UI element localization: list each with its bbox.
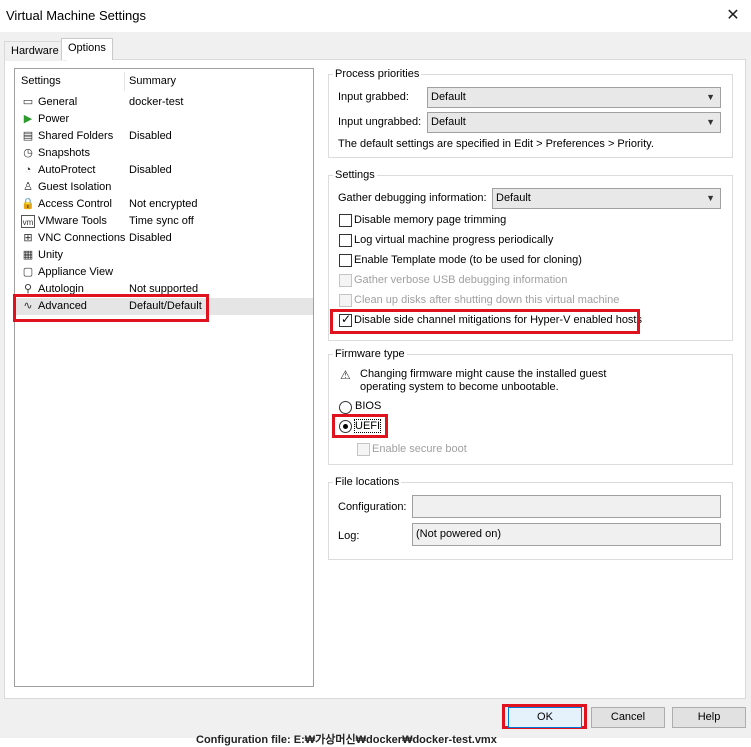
setting-checkbox[interactable]: [339, 294, 352, 307]
setting-checkbox-label[interactable]: Gather verbose USB debugging information: [354, 274, 567, 286]
settings-group-title: Settings: [333, 169, 377, 181]
configuration-label: Configuration:: [338, 501, 407, 513]
log-field[interactable]: (Not powered on): [412, 523, 721, 546]
chevron-down-icon: ▼: [706, 193, 715, 203]
setting-checkbox-label[interactable]: Disable memory page trimming: [354, 214, 506, 226]
settings-item-summary: docker-test: [129, 96, 184, 108]
appliance-view-icon: ▢: [22, 266, 34, 278]
settings-item-label: Unity: [38, 249, 64, 261]
settings-item-label: Power: [38, 113, 70, 125]
setting-checkbox-label[interactable]: Enable Template mode (to be used for clo…: [354, 254, 582, 266]
unity-icon: ▦: [22, 249, 34, 261]
settings-item-vmware-tools[interactable]: vm VMware Tools Time sync off: [15, 213, 313, 230]
settings-item-unity[interactable]: ▦ Unity: [15, 247, 313, 264]
snapshots-icon: ◷: [23, 147, 33, 159]
settings-item-summary: Time sync off: [129, 215, 194, 227]
access-control-icon: 🔒: [21, 198, 35, 210]
settings-item-general[interactable]: ▭ General docker-test: [15, 94, 313, 111]
settings-item-label: Shared Folders: [38, 130, 114, 142]
setting-checkbox-label[interactable]: Clean up disks after shutting down this …: [354, 294, 619, 306]
ok-button[interactable]: OK: [508, 707, 582, 728]
help-button[interactable]: Help: [672, 707, 746, 728]
window-title: Virtual Machine Settings: [6, 8, 146, 23]
chevron-down-icon: ▼: [706, 117, 715, 127]
input-grabbed-label: Input grabbed:: [338, 91, 409, 103]
column-header-summary[interactable]: Summary: [129, 75, 176, 87]
settings-item-summary: Disabled: [129, 130, 172, 142]
highlight-hyperv: [330, 309, 640, 334]
warning-icon: ⚠: [340, 368, 351, 382]
setting-checkbox[interactable]: [339, 234, 352, 247]
input-ungrabbed-value: Default: [431, 116, 466, 128]
input-ungrabbed-select[interactable]: Default ▼: [427, 112, 721, 133]
settings-item-vnc-connections[interactable]: ⊞ VNC Connections Disabled: [15, 230, 313, 247]
settings-item-summary: Disabled: [129, 232, 172, 244]
firmware-group-title: Firmware type: [333, 348, 407, 360]
power-icon: ▶: [23, 113, 33, 125]
vmware-tools-icon: vm: [21, 215, 35, 228]
settings-item-label: General: [38, 96, 78, 108]
priority-note: The default settings are specified in Ed…: [338, 138, 654, 150]
settings-item-label: Appliance View: [38, 266, 114, 278]
gather-debug-label: Gather debugging information:: [338, 192, 487, 204]
input-grabbed-value: Default: [431, 91, 466, 103]
log-value: (Not powered on): [416, 528, 501, 540]
tab-hardware[interactable]: Hardware: [4, 41, 66, 61]
configuration-field[interactable]: [412, 495, 721, 518]
secure-boot-checkbox[interactable]: [357, 443, 370, 456]
settings-item-power[interactable]: ▶ Power: [15, 111, 313, 128]
close-icon[interactable]: ✕: [718, 3, 748, 29]
settings-item-summary: Not encrypted: [129, 198, 198, 210]
process-priorities-title: Process priorities: [333, 68, 422, 80]
settings-item-autoprotect[interactable]: ◔ AutoProtect Disabled: [15, 162, 313, 179]
settings-item-summary: Disabled: [129, 164, 172, 176]
file-locations-title: File locations: [333, 476, 402, 488]
column-header-settings[interactable]: Settings: [21, 75, 61, 87]
settings-item-label: AutoProtect: [38, 164, 96, 176]
settings-item-label: VMware Tools: [38, 215, 107, 227]
settings-item-guest-isolation[interactable]: ♙ Guest Isolation: [15, 179, 313, 196]
shared-folders-icon: ▤: [22, 130, 34, 142]
cancel-button[interactable]: Cancel: [591, 707, 665, 728]
settings-item-snapshots[interactable]: ◷ Snapshots: [15, 145, 313, 162]
highlight-uefi: [332, 414, 388, 438]
status-bar-text: Configuration file: E:₩가상머신₩docker₩docke…: [196, 734, 497, 746]
file-locations-group: [328, 482, 733, 560]
input-grabbed-select[interactable]: Default ▼: [427, 87, 721, 108]
bios-radio[interactable]: [339, 401, 352, 414]
gather-debug-value: Default: [496, 192, 531, 204]
settings-item-label: Guest Isolation: [38, 181, 112, 193]
settings-item-shared-folders[interactable]: ▤ Shared Folders Disabled: [15, 128, 313, 145]
autoprotect-icon: ◔: [24, 164, 32, 176]
title-bar: Virtual Machine Settings ✕: [0, 0, 751, 32]
highlight-advanced: [13, 294, 209, 322]
setting-checkbox[interactable]: [339, 254, 352, 267]
setting-checkbox[interactable]: [339, 274, 352, 287]
chevron-down-icon: ▼: [706, 92, 715, 102]
settings-item-appliance-view[interactable]: ▢ Appliance View: [15, 264, 313, 281]
settings-item-label: Access Control: [38, 198, 112, 210]
vnc-icon: ⊞: [23, 232, 33, 244]
tab-options[interactable]: Options: [61, 38, 113, 60]
settings-item-label: VNC Connections: [38, 232, 126, 244]
general-icon: ▭: [22, 96, 34, 108]
settings-item-label: Snapshots: [38, 147, 90, 159]
bios-label[interactable]: BIOS: [355, 400, 381, 412]
firmware-warning-line2: operating system to become unbootable.: [360, 381, 559, 393]
gather-debug-select[interactable]: Default ▼: [492, 188, 721, 209]
setting-checkbox-label[interactable]: Log virtual machine progress periodicall…: [354, 234, 553, 246]
secure-boot-label[interactable]: Enable secure boot: [372, 443, 467, 455]
firmware-warning-line1: Changing firmware might cause the instal…: [360, 368, 607, 380]
column-divider[interactable]: [124, 72, 125, 91]
setting-checkbox[interactable]: [339, 214, 352, 227]
input-ungrabbed-label: Input ungrabbed:: [338, 116, 422, 128]
log-label: Log:: [338, 530, 360, 542]
guest-isolation-icon: ♙: [23, 181, 33, 193]
settings-item-access-control[interactable]: 🔒 Access Control Not encrypted: [15, 196, 313, 213]
